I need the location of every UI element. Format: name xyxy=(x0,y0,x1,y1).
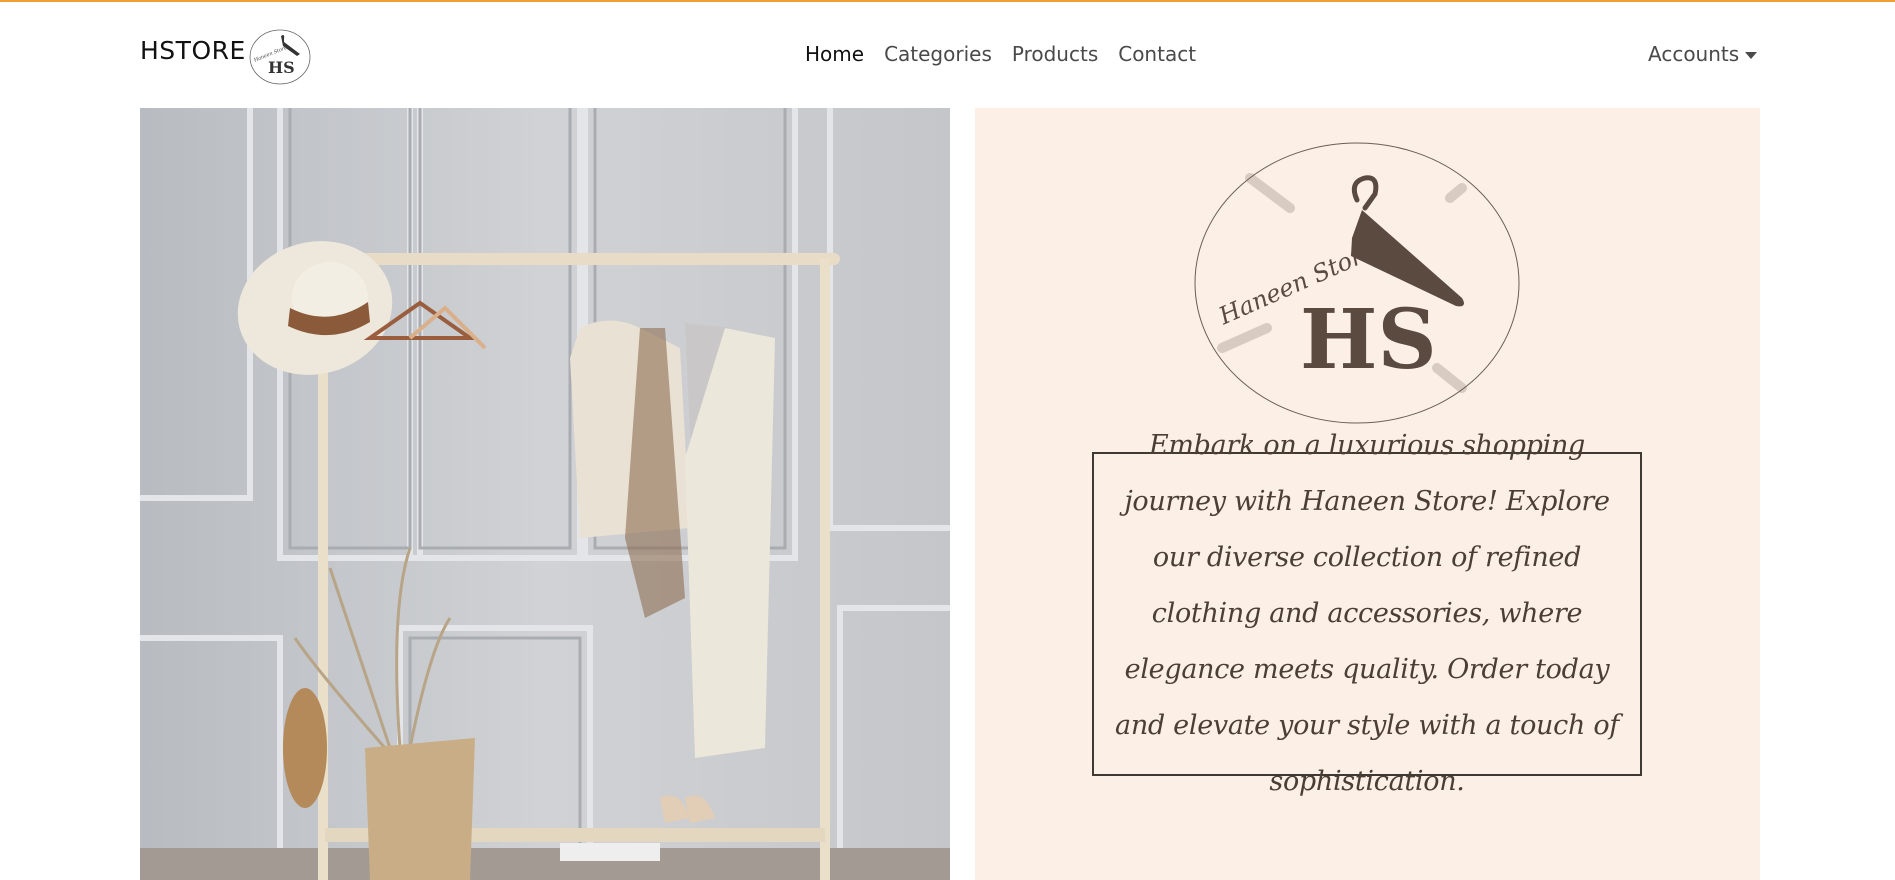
hero-tagline: Embark on a luxurious shopping journey w… xyxy=(1115,430,1619,797)
haneen-store-logo-icon: HS Haneen Store xyxy=(1194,142,1520,424)
nav-home[interactable]: Home xyxy=(805,42,864,66)
nav-products[interactable]: Products xyxy=(1012,42,1098,66)
tagline-box: Embark on a luxurious shopping journey w… xyxy=(1092,430,1642,797)
accounts-dropdown[interactable]: Accounts xyxy=(1648,42,1758,66)
nav-contact[interactable]: Contact xyxy=(1118,42,1196,66)
brand-link[interactable]: HSTORE xyxy=(140,36,246,65)
svg-text:HS: HS xyxy=(1300,292,1437,388)
caret-down-icon xyxy=(1745,51,1758,59)
svg-text:HS: HS xyxy=(268,58,295,77)
brand-logo-icon[interactable]: HS Haneen Store xyxy=(248,28,312,86)
navbar: HSTORE HS Haneen Store Home Categories P… xyxy=(0,2,1895,108)
accounts-label: Accounts xyxy=(1648,42,1740,66)
hero-image-clothing-rack xyxy=(140,108,950,880)
main-nav: Home Categories Products Contact xyxy=(805,42,1196,66)
nav-categories[interactable]: Categories xyxy=(884,42,992,66)
hero-info-panel: HS Haneen Store Embark on a luxurious sh… xyxy=(975,108,1760,880)
